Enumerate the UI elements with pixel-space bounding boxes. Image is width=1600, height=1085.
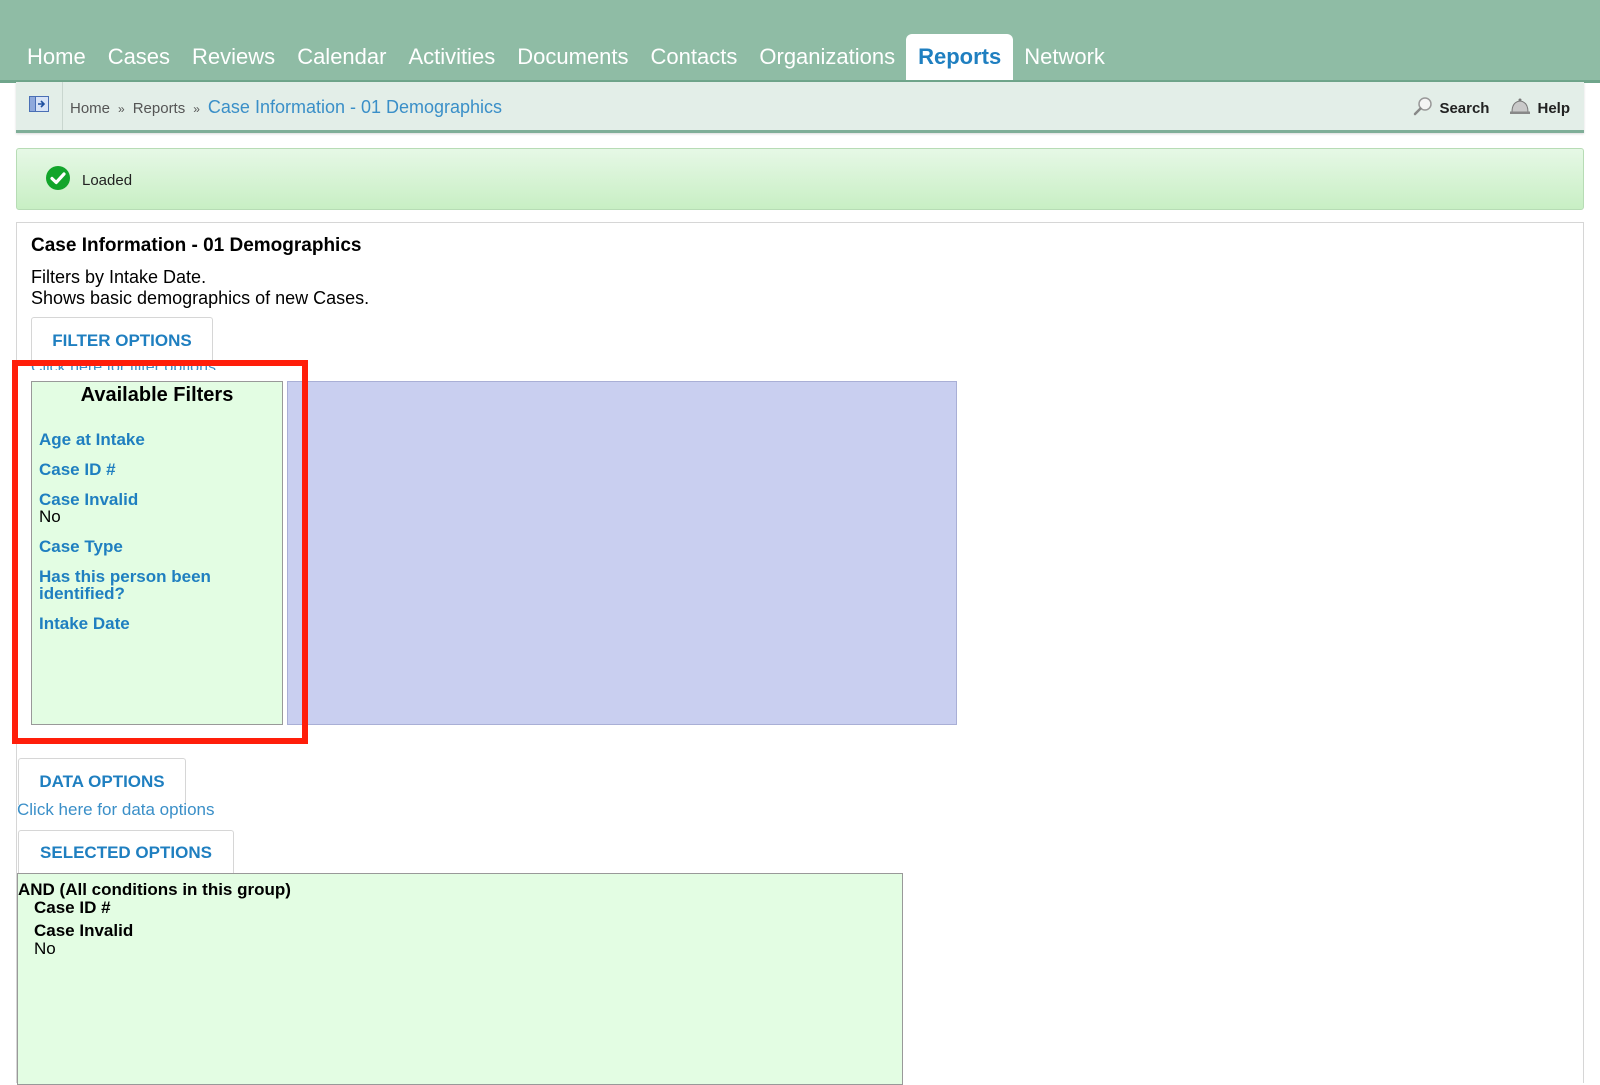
- nav-tab-organizations[interactable]: Organizations: [748, 34, 906, 80]
- sidebar-toggle-icon: [29, 95, 49, 117]
- header-links: Search Help: [1413, 96, 1570, 120]
- selected-case-invalid[interactable]: Case Invalid: [34, 921, 133, 941]
- search-label: Search: [1439, 99, 1490, 117]
- selected-case-invalid-value: No: [34, 939, 56, 958]
- selected-options-tab[interactable]: SELECTED OPTIONS: [18, 830, 234, 875]
- breadcrumb-separator: »: [118, 102, 125, 116]
- nav-tab-home[interactable]: Home: [16, 34, 97, 80]
- breadcrumb-home[interactable]: Home: [70, 100, 110, 117]
- sidebar-toggle-button[interactable]: [16, 82, 63, 130]
- selected-case-id[interactable]: Case ID #: [34, 898, 111, 918]
- filter-options-tab[interactable]: FILTER OPTIONS: [31, 317, 213, 364]
- nav-tab-activities[interactable]: Activities: [397, 34, 506, 80]
- check-circle-icon: [45, 165, 71, 196]
- main-nav: Home Cases Reviews Calendar Activities D…: [16, 34, 1116, 80]
- condition-group-label[interactable]: AND (All conditions in this group): [18, 880, 291, 900]
- nav-tab-documents[interactable]: Documents: [506, 34, 639, 80]
- nav-tab-reviews[interactable]: Reviews: [181, 34, 286, 80]
- search-icon: [1413, 96, 1433, 120]
- bell-icon: [1509, 97, 1531, 119]
- nav-tab-calendar[interactable]: Calendar: [286, 34, 397, 80]
- breadcrumb-reports[interactable]: Reports: [133, 100, 186, 117]
- search-button[interactable]: Search: [1413, 96, 1489, 120]
- breadcrumb-separator: »: [193, 102, 200, 116]
- data-options-hint-link[interactable]: Click here for data options: [17, 800, 215, 820]
- status-banner: Loaded: [16, 148, 1584, 210]
- highlight-box: [12, 360, 308, 744]
- breadcrumb-bar: Home » Reports » Case Information - 01 D…: [16, 82, 1584, 133]
- help-button[interactable]: Help: [1509, 96, 1570, 120]
- data-options-tab[interactable]: DATA OPTIONS: [18, 758, 186, 805]
- report-description: Filters by Intake Date. Shows basic demo…: [31, 267, 369, 309]
- nav-tab-reports[interactable]: Reports: [906, 34, 1014, 80]
- status-message: Loaded: [82, 172, 133, 189]
- report-description-line: Shows basic demographics of new Cases.: [31, 288, 370, 308]
- filter-drop-area[interactable]: [287, 381, 957, 725]
- selected-options-panel: AND (All conditions in this group) Case …: [17, 873, 903, 1085]
- top-nav-bar: Home Cases Reviews Calendar Activities D…: [0, 0, 1600, 83]
- help-label: Help: [1537, 99, 1570, 117]
- nav-tab-contacts[interactable]: Contacts: [640, 34, 749, 80]
- breadcrumb: Home » Reports » Case Information - 01 D…: [70, 97, 502, 118]
- report-title: Case Information - 01 Demographics: [31, 235, 362, 256]
- nav-tab-network[interactable]: Network: [1013, 34, 1116, 80]
- breadcrumb-current[interactable]: Case Information - 01 Demographics: [208, 97, 502, 118]
- report-description-line: Filters by Intake Date.: [31, 267, 207, 287]
- nav-tab-cases[interactable]: Cases: [97, 34, 181, 80]
